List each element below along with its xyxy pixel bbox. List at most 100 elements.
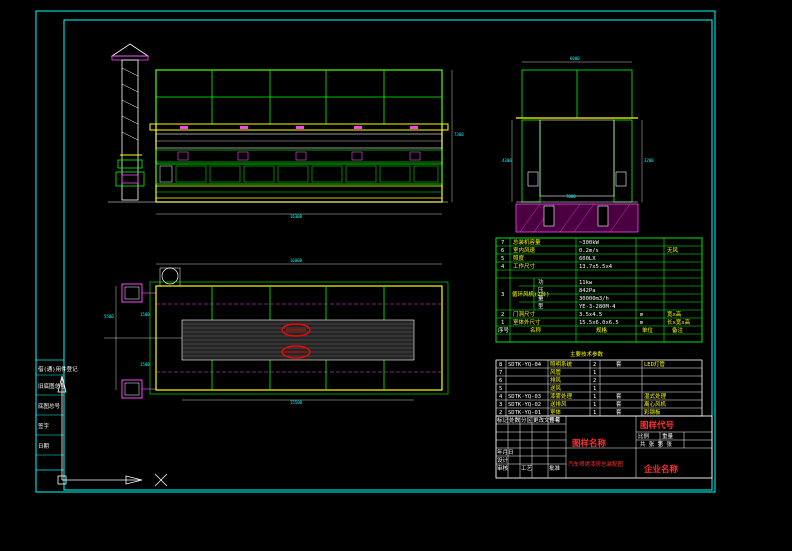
bom-row-no: 2 — [499, 410, 502, 416]
spec-row-no: 2 — [501, 312, 504, 318]
bom-row-qty: 2 — [593, 362, 596, 368]
spec-row3-no: 3 — [501, 292, 504, 298]
title-small-field: 批准 — [549, 464, 561, 472]
spec-row-no: 6 — [501, 248, 504, 254]
spec-row-unit: m — [640, 320, 644, 326]
spec-row3-sub-label: 量 — [538, 295, 544, 302]
spec-row3-sub-label: 功 — [538, 278, 544, 286]
title-small-field: 工艺 — [521, 465, 533, 472]
front-height-dim: 7300 — [454, 132, 464, 137]
bom-row-remark: 湿式处理 — [644, 392, 667, 400]
plenum-markers — [180, 126, 418, 129]
plan-total-dim: 16000 — [290, 258, 303, 263]
title-small-field: 分区 — [521, 416, 533, 424]
bom-row-code: SDTK-YQ-01 — [508, 410, 541, 416]
bom-row-name: 送排风 — [550, 400, 567, 408]
spec-row3-sub-value: YE-3-280M-4 — [579, 304, 616, 310]
strip-label-4: 日期 — [38, 443, 50, 450]
plan-side-a-dim: 1500 — [140, 312, 150, 317]
spec-row-remark: 长x宽x高 — [667, 318, 691, 326]
title-small-field: 设计 — [497, 456, 509, 464]
spec-row3-sub-value: 30000m3/h — [579, 296, 609, 302]
spec-row-no: 1 — [501, 320, 504, 326]
drawing-name-label: 图样名称 — [572, 438, 607, 449]
spec-row-value: 13.7x5.5x4 — [579, 264, 613, 270]
spec-row-name: 工作尺寸 — [513, 262, 536, 270]
bom-row-unit: 套 — [616, 400, 622, 408]
plan-inner-dim: 15500 — [290, 400, 303, 405]
side-top-dim: 6000 — [570, 56, 580, 61]
side-bottom-dim: 7000 — [566, 194, 576, 199]
strip-label-2: 底图总号 — [38, 402, 61, 410]
weight-label: 重量 — [662, 432, 674, 440]
wall-panels — [155, 133, 443, 163]
spec-row3-sub-value: 842Pa — [579, 288, 596, 294]
bom-row-unit: 套 — [616, 392, 622, 400]
spec-row-remark: 无风 — [667, 247, 679, 254]
strip-label-3: 签字 — [38, 422, 50, 430]
bom-row-qty: 1 — [593, 410, 596, 416]
spec-header-unit: 单位 — [642, 326, 654, 334]
bom-row-qty: 1 — [593, 370, 596, 376]
spec-header-no: 序号 — [498, 326, 510, 334]
spec-row3-sub-label: 型 — [538, 302, 544, 310]
bom-row-qty: 2 — [593, 378, 596, 384]
spec-row-name: 门洞尺寸 — [513, 310, 536, 318]
drawing-no-label: 图样代号 — [640, 420, 675, 431]
bom-row-qty: 1 — [593, 386, 596, 392]
spec-row-name: 室体外尺寸 — [513, 318, 541, 326]
spec-row-no: 4 — [501, 264, 505, 270]
title-block: 图样名称 图样代号 企业名称 汽车喷烤漆房总装配图 比例 重量 共 张 第 张 … — [495, 415, 713, 479]
cad-drawing: 借(通)用件登记 旧底图总号 底图总号 签字 日期 16300 7300 600… — [35, 10, 716, 493]
bom-row-no: 7 — [499, 370, 502, 376]
title-small-field: 年月日 — [497, 448, 514, 456]
spec-row-name: 室内风速 — [513, 246, 536, 254]
bom-row-code: SDTK-YQ-03 — [508, 394, 541, 400]
plan-view: 16000 15500 5500 1500 1500 — [104, 258, 449, 405]
spec-row3-sub-value: 11kw — [579, 280, 593, 286]
front-elevation: 16300 7300 — [108, 43, 464, 219]
bom-row-remark: 离心风机 — [644, 400, 667, 408]
scale-label: 比例 — [638, 432, 650, 440]
side-height-right-dim: 3200 — [644, 158, 654, 163]
roof-panels — [155, 69, 443, 125]
spec-row3-sub-label: 压 — [538, 287, 544, 294]
spec-row-no: 5 — [501, 256, 504, 262]
bom-row-name: 漆雾处理 — [550, 392, 573, 400]
title-small-field: 标记 — [497, 416, 509, 424]
spec-row-value: 0.2m/s — [579, 248, 599, 254]
strip-label-0: 借(通)用件登记 — [38, 365, 78, 373]
spec-header-name: 名称 — [530, 326, 542, 334]
bom-row-no: 4 — [499, 394, 503, 400]
bom-row-name: 照明系统 — [550, 360, 573, 368]
title-small-field: 处数 — [509, 416, 521, 424]
spec-row-value: 15.5x6.0x6.5 — [579, 320, 619, 326]
bom-row-unit: 套 — [616, 360, 622, 368]
plan-side-b-dim: 1500 — [140, 362, 150, 367]
company-label: 企业名称 — [643, 464, 679, 475]
spec-table-caption: 主要技术参数 — [570, 350, 604, 358]
exhaust-stack — [110, 43, 150, 201]
product-label: 汽车喷烤漆房总装配图 — [568, 460, 624, 468]
bom-row-name: 室体 — [550, 408, 562, 416]
plan-depth-dim: 5500 — [104, 314, 114, 319]
bom-row-no: 5 — [499, 386, 502, 392]
spec-row-name: 总装机容量 — [513, 238, 541, 246]
bom-row-remark: 彩钢板 — [644, 408, 661, 416]
spec-row-value: 600LX — [579, 256, 596, 262]
spec-row-unit: m — [640, 312, 644, 318]
bom-row-qty: 1 — [593, 402, 596, 408]
spec-header-remark: 备注 — [672, 326, 684, 334]
title-small-field: 审核 — [497, 464, 509, 472]
spec-row-name: 照度 — [513, 254, 525, 262]
bom-row-remark: LED灯管 — [644, 360, 665, 368]
bom-row-name: 送风 — [550, 384, 562, 392]
bom-row-code: SDTK-YQ-02 — [508, 402, 541, 408]
left-binding-strip: 借(通)用件登记 旧底图总号 底图总号 签字 日期 — [35, 359, 78, 471]
bom-row-no: 3 — [499, 402, 502, 408]
spec-row-value: ~300kW — [579, 240, 600, 246]
bom-row-no: 6 — [499, 378, 502, 384]
bom-table: 8 SDTK-YQ-04 照明系统 2 套 LED灯管 7 风管 1 6 排风 … — [495, 359, 703, 417]
lower-door-row — [155, 163, 443, 185]
spec-table: 7 总装机容量 ~300kW 6 室内风速 0.2m/s 无风 5 照度 600… — [495, 237, 703, 358]
